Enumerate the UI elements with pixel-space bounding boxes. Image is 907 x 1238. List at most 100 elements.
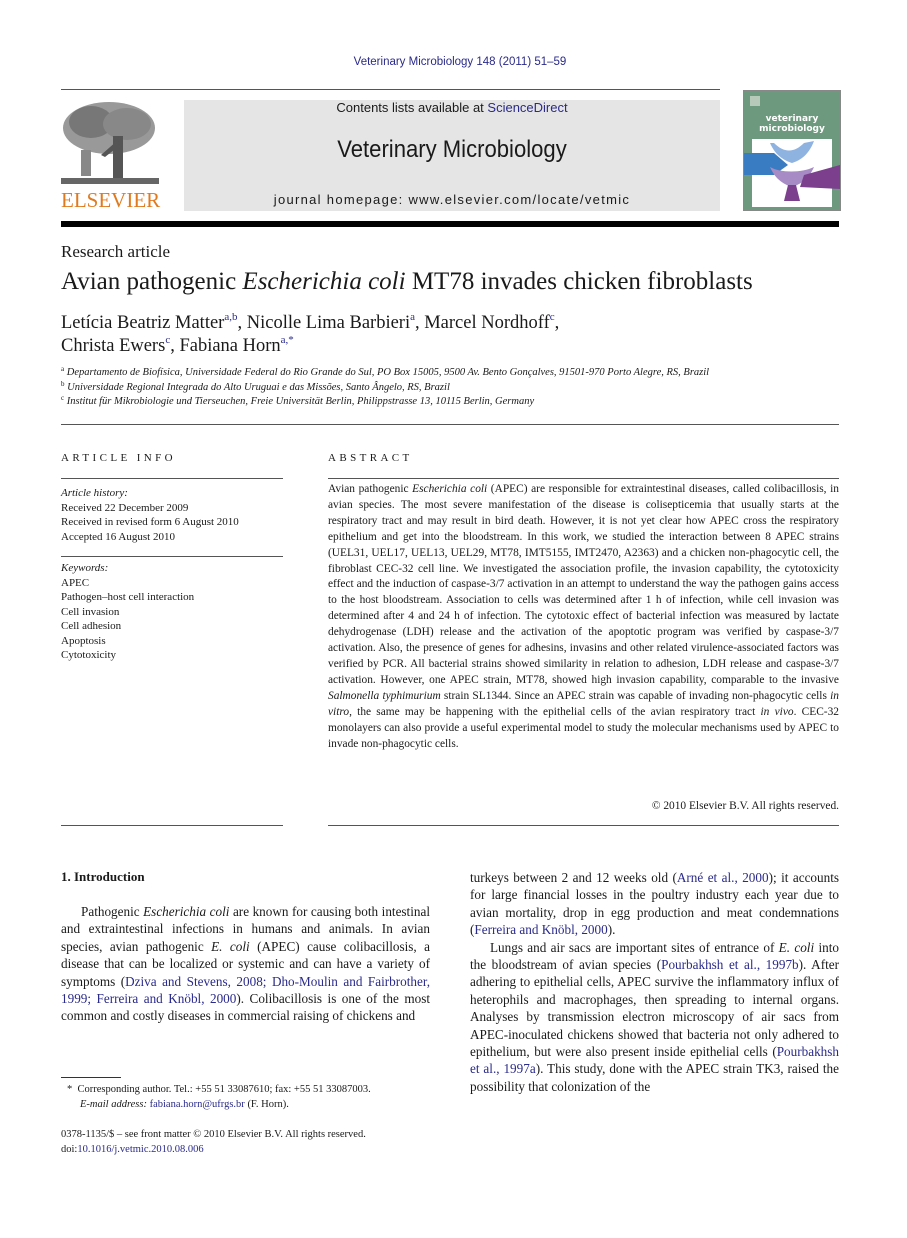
elsevier-wordmark: ELSEVIER [61, 188, 161, 212]
history-item: Received in revised form 6 August 2010 [61, 516, 239, 528]
history-item: Accepted 16 August 2010 [61, 530, 175, 543]
abstract-copyright: © 2010 Elsevier B.V. All rights reserved… [651, 800, 839, 812]
keyword: Cell adhesion [61, 620, 122, 632]
intro-right-column: turkeys between 2 and 12 weeks old (Arné… [470, 869, 839, 1095]
section-divider [61, 424, 839, 425]
front-matter-text: 0378-1135/$ – see front matter © 2010 El… [61, 1129, 366, 1140]
journal-cover-image: veterinary microbiology [743, 90, 841, 211]
header-rule [61, 89, 720, 90]
affiliation-key: a [61, 365, 65, 373]
title-part: Avian pathogenic [61, 268, 243, 295]
abstract-rule [328, 478, 839, 479]
text: Avian pathogenic [328, 483, 413, 495]
author[interactable]: Nicolle Lima Barbieria [246, 312, 415, 334]
affiliations: a Departamento de Biofísica, Universidad… [61, 366, 709, 410]
text: turkeys between 2 and 12 weeks old ( [470, 870, 677, 885]
author-affiliation-link[interactable]: a,b [224, 311, 237, 323]
cover-art-icon: veterinary microbiology [744, 91, 840, 210]
cover-title-line1: veterinary [766, 114, 819, 124]
author-name: Christa Ewers [61, 336, 166, 356]
author[interactable]: Marcel Nordhoffc [424, 312, 554, 334]
author-name: Nicolle Lima Barbieri [246, 313, 411, 333]
abstract-heading: ABSTRACT [328, 452, 413, 464]
citation-link[interactable]: Pourbakhsh et al., 1997b [661, 957, 799, 972]
footnote-rule [61, 1077, 121, 1078]
doi-label: doi: [61, 1144, 78, 1155]
keyword: Cytotoxicity [61, 649, 116, 661]
affiliation: b Universidade Regional Integrada do Alt… [61, 380, 709, 396]
italic-text: in vivo [760, 705, 794, 718]
footnote-text: Corresponding author. Tel.: +55 51 33087… [77, 1084, 371, 1095]
elsevier-tree-icon [61, 100, 159, 188]
keywords-label: Keywords: [61, 562, 109, 574]
affiliation-text: Departamento de Biofísica, Universidade … [66, 367, 710, 378]
paragraph: Pathogenic Escherichia coli are known fo… [61, 903, 430, 1025]
journal-homepage: journal homepage: www.elsevier.com/locat… [273, 192, 631, 207]
keyword: Cell invasion [61, 605, 120, 618]
paragraph: turkeys between 2 and 12 weeks old (Arné… [470, 869, 839, 939]
keyword: Pathogen–host cell interaction [61, 591, 195, 603]
contents-line: Contents lists available at ScienceDirec… [184, 100, 720, 115]
italic-text: Salmonella typhimurium [328, 689, 441, 702]
text: Pathogenic [81, 904, 144, 919]
keyword: APEC [61, 576, 90, 589]
corresponding-author: * Corresponding author. Tel.: +55 51 330… [67, 1082, 437, 1097]
intro-left-column: Pathogenic Escherichia coli are known fo… [61, 903, 430, 1025]
email-line: E-mail address: fabiana.horn@ufrgs.br (F… [67, 1097, 437, 1112]
title-part: MT78 invades chicken fibroblasts [405, 268, 753, 295]
email-link[interactable]: fabiana.horn@ufrgs.br [150, 1099, 245, 1110]
author[interactable]: Letícia Beatriz Mattera,b [61, 311, 237, 334]
author-name: Letícia Beatriz Matter [61, 313, 225, 333]
text: (APEC) are responsible for extraintestin… [328, 483, 839, 686]
title-italic: Escherichia coli [242, 268, 406, 295]
separator: , [554, 313, 560, 333]
history-item: Received 22 December 2009 [61, 501, 189, 514]
sciencedirect-link[interactable]: ScienceDirect [487, 100, 567, 115]
affiliation: a Departamento de Biofísica, Universidad… [61, 366, 709, 381]
author-list: Letícia Beatriz Mattera,b, Nicolle Lima … [61, 312, 559, 358]
italic-text: Escherichia coli [412, 483, 488, 495]
citation-link[interactable]: Arné et al., 2000 [677, 870, 769, 885]
journal-citation-link[interactable]: Veterinary Microbiology 148 (2011) 51–59 [0, 56, 907, 68]
author-affiliation-link[interactable]: a,* [281, 334, 294, 346]
keywords: Keywords: APEC Pathogen–host cell intera… [61, 561, 283, 663]
footnote-marker: * [67, 1084, 73, 1095]
contents-prefix: Contents lists available at [336, 100, 488, 115]
article-title: Avian pathogenic Escherichia coli MT78 i… [61, 268, 753, 296]
italic-text: E. coli [211, 938, 250, 954]
affiliation: c Institut für Mikrobiologie und Tierseu… [61, 395, 709, 410]
author-name: Marcel Nordhoff [424, 313, 550, 333]
article-info-bottom-rule [61, 825, 283, 826]
abstract-bottom-rule [328, 825, 839, 826]
corresponding-footnote: * Corresponding author. Tel.: +55 51 330… [67, 1082, 437, 1112]
cover-title-line2: microbiology [759, 124, 825, 134]
doi-line: doi:10.1016/j.vetmic.2010.08.006 [61, 1142, 441, 1157]
italic-text: E. coli [778, 939, 815, 955]
separator: , [237, 313, 247, 333]
introduction-heading: 1. Introduction [61, 869, 145, 884]
front-matter: 0378-1135/$ – see front matter © 2010 El… [61, 1127, 441, 1157]
journal-title: Veterinary Microbiology [337, 136, 567, 163]
email-label: E-mail address: [80, 1099, 150, 1110]
keywords-rule [61, 556, 283, 557]
author[interactable]: Fabiana Horna,* [179, 334, 294, 357]
doi-link[interactable]: 10.1016/j.vetmic.2010.08.006 [77, 1144, 203, 1155]
article-info-heading: ARTICLE INFO [61, 452, 176, 464]
footnote-text: (F. Horn). [244, 1099, 289, 1110]
text: ). [607, 922, 616, 938]
article-info-rule [61, 478, 283, 479]
abstract-text: Avian pathogenic Escherichia coli (APEC)… [328, 482, 839, 752]
text: , the same may be happening with the epi… [349, 705, 761, 718]
author[interactable]: Christa Ewersc [61, 335, 170, 357]
separator: , [414, 313, 425, 333]
article-type: Research article [61, 242, 171, 261]
text: Lungs and air sacs are important sites o… [490, 939, 779, 955]
header-thick-rule [61, 221, 839, 227]
citation-link[interactable]: Ferreira and Knöbl, 2000 [474, 922, 607, 937]
elsevier-logo: ELSEVIER [61, 100, 161, 212]
text: strain SL1344. Since an APEC strain was … [440, 689, 831, 702]
affiliation-text: Institut für Mikrobiologie und Tierseuch… [66, 396, 535, 407]
author-name: Fabiana Horn [179, 336, 281, 356]
affiliation-text: Universidade Regional Integrada do Alto … [67, 381, 450, 393]
keyword: Apoptosis [61, 634, 106, 647]
